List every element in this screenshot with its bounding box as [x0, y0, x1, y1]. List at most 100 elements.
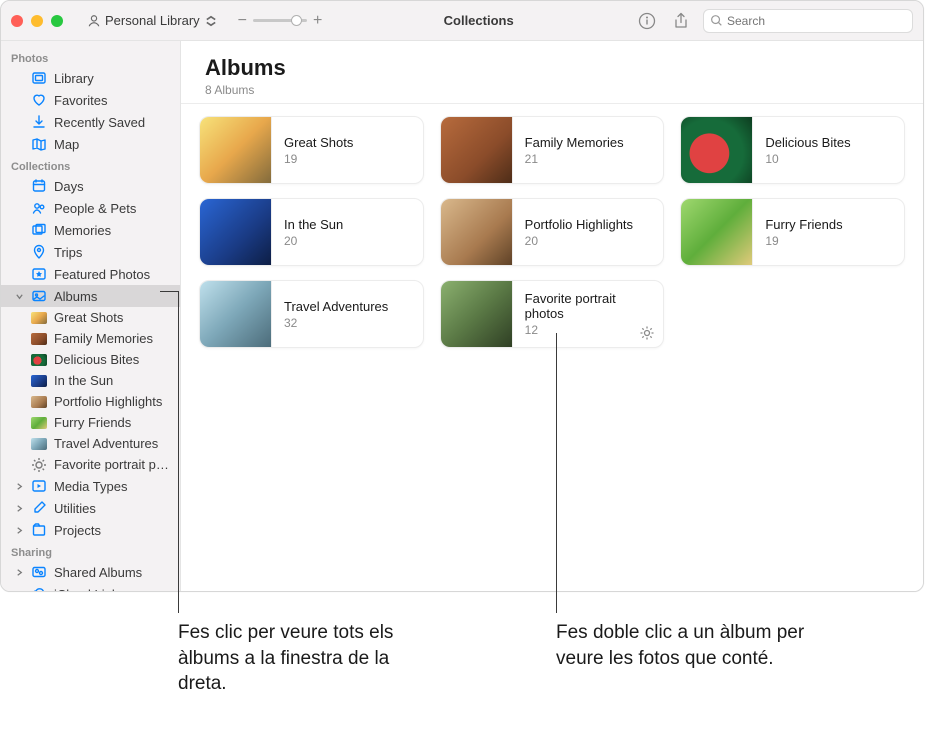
callout-text-left: Fes clic per veure tots els àlbums a la …	[178, 620, 438, 697]
sidebar-item-label: Media Types	[54, 479, 127, 494]
sidebar-item-travel-adventures[interactable]: Travel Adventures	[1, 433, 180, 454]
sidebar-item-furry-friends[interactable]: Furry Friends	[1, 412, 180, 433]
sidebar-item-projects[interactable]: Projects	[1, 519, 180, 541]
album-count: 20	[525, 234, 652, 248]
album-meta: Delicious Bites10	[753, 117, 904, 183]
callout-text-right: Fes doble clic a un àlbum per veure les …	[556, 620, 816, 671]
zoom-in-icon[interactable]: +	[313, 12, 322, 30]
album-count: 20	[284, 234, 411, 248]
library-selector[interactable]: Personal Library	[81, 11, 224, 30]
sidebar-item-featured-photos[interactable]: Featured Photos	[1, 263, 180, 285]
album-thumbnail	[441, 281, 513, 347]
album-name: Furry Friends	[765, 217, 892, 232]
utilities-icon	[31, 500, 47, 516]
search-icon	[710, 14, 723, 27]
map-icon	[31, 136, 47, 152]
album-card[interactable]: In the Sun20	[199, 198, 424, 266]
slider-track[interactable]	[253, 19, 307, 22]
album-card[interactable]: Portfolio Highlights20	[440, 198, 665, 266]
calendar-icon	[31, 178, 47, 194]
share-button[interactable]	[669, 9, 693, 33]
album-card[interactable]: Family Memories21	[440, 116, 665, 184]
close-icon[interactable]	[11, 15, 23, 27]
album-thumbnail	[681, 199, 753, 265]
sidebar-item-great-shots[interactable]: Great Shots	[1, 307, 180, 328]
sidebar-item-icloud-links[interactable]: iCloud Links	[1, 583, 180, 591]
info-button[interactable]	[635, 9, 659, 33]
disclosure-right-icon[interactable]	[15, 482, 24, 491]
album-meta: Furry Friends19	[753, 199, 904, 265]
zoom-out-icon[interactable]: −	[238, 12, 247, 30]
album-thumb-icon	[31, 354, 47, 366]
album-meta: Travel Adventures32	[272, 281, 423, 347]
sidebar-item-label: Recently Saved	[54, 115, 145, 130]
sidebar-item-label: Days	[54, 179, 84, 194]
sidebar-item-label: Furry Friends	[54, 415, 131, 430]
sidebar-item-recently-saved[interactable]: Recently Saved	[1, 111, 180, 133]
album-thumb-icon	[31, 396, 47, 408]
album-thumbnail	[200, 117, 272, 183]
sidebar-item-trips[interactable]: Trips	[1, 241, 180, 263]
album-meta: Great Shots19	[272, 117, 423, 183]
album-count: 19	[284, 152, 411, 166]
album-thumb-icon	[31, 312, 47, 324]
sidebar-item-delicious-bites[interactable]: Delicious Bites	[1, 349, 180, 370]
sidebar-item-label: In the Sun	[54, 373, 113, 388]
sidebar-item-portfolio-highlights[interactable]: Portfolio Highlights	[1, 391, 180, 412]
window-body: PhotosLibraryFavoritesRecently SavedMapC…	[1, 41, 923, 591]
sidebar-item-label: Shared Albums	[54, 565, 142, 580]
sidebar-item-media-types[interactable]: Media Types	[1, 475, 180, 497]
maximize-icon[interactable]	[51, 15, 63, 27]
album-card[interactable]: Delicious Bites10	[680, 116, 905, 184]
sidebar-section-label: Photos	[1, 47, 180, 67]
callout-line-left	[178, 291, 179, 613]
share-icon	[672, 12, 690, 30]
people-icon	[31, 200, 47, 216]
disclosure-down-icon[interactable]	[15, 292, 24, 301]
album-name: Delicious Bites	[765, 135, 892, 150]
sidebar-item-label: iCloud Links	[54, 587, 125, 592]
sidebar-item-albums[interactable]: Albums	[1, 285, 180, 307]
heart-icon	[31, 92, 47, 108]
library-label: Personal Library	[105, 13, 200, 28]
sidebar-item-in-the-sun[interactable]: In the Sun	[1, 370, 180, 391]
album-thumbnail	[200, 199, 272, 265]
search-input[interactable]	[727, 14, 906, 28]
album-name: Favorite portrait photos	[525, 291, 652, 321]
album-card[interactable]: Favorite portrait photos 12	[440, 280, 665, 348]
sidebar-item-shared-albums[interactable]: Shared Albums	[1, 561, 180, 583]
sidebar-item-map[interactable]: Map	[1, 133, 180, 155]
album-meta: Portfolio Highlights20	[513, 199, 664, 265]
sidebar-item-people-pets[interactable]: People & Pets	[1, 197, 180, 219]
sidebar-item-favorite-portrait-photos[interactable]: Favorite portrait photos	[1, 454, 180, 475]
sidebar-item-label: Memories	[54, 223, 111, 238]
smart-album-gear-icon	[31, 459, 47, 471]
library-icon	[31, 70, 47, 86]
minimize-icon[interactable]	[31, 15, 43, 27]
sidebar-item-memories[interactable]: Memories	[1, 219, 180, 241]
zoom-slider[interactable]: − +	[238, 12, 323, 30]
info-icon	[638, 12, 656, 30]
disclosure-right-icon[interactable]	[15, 568, 24, 577]
disclosure-right-icon[interactable]	[15, 526, 24, 535]
album-thumbnail	[441, 199, 513, 265]
search-field[interactable]	[703, 9, 913, 33]
album-meta: Family Memories21	[513, 117, 664, 183]
album-count: 21	[525, 152, 652, 166]
album-grid: Great Shots19 Family Memories21 Delicious …	[181, 104, 923, 360]
sidebar-item-favorites[interactable]: Favorites	[1, 89, 180, 111]
main-pane: Albums 8 Albums Great Shots19Family Memo…	[181, 41, 923, 591]
album-card[interactable]: Furry Friends19	[680, 198, 905, 266]
gear-icon[interactable]	[639, 325, 655, 341]
slider-thumb[interactable]	[291, 15, 302, 26]
album-count: 12	[525, 323, 652, 337]
sidebar-item-label: Projects	[54, 523, 101, 538]
sidebar-item-utilities[interactable]: Utilities	[1, 497, 180, 519]
sidebar-item-family-memories[interactable]: Family Memories	[1, 328, 180, 349]
album-card[interactable]: Travel Adventures32	[199, 280, 424, 348]
app-window: Personal Library − + Collections PhotosL…	[0, 0, 924, 592]
sidebar-item-library[interactable]: Library	[1, 67, 180, 89]
sidebar-item-days[interactable]: Days	[1, 175, 180, 197]
album-card[interactable]: Great Shots19	[199, 116, 424, 184]
disclosure-right-icon[interactable]	[15, 504, 24, 513]
